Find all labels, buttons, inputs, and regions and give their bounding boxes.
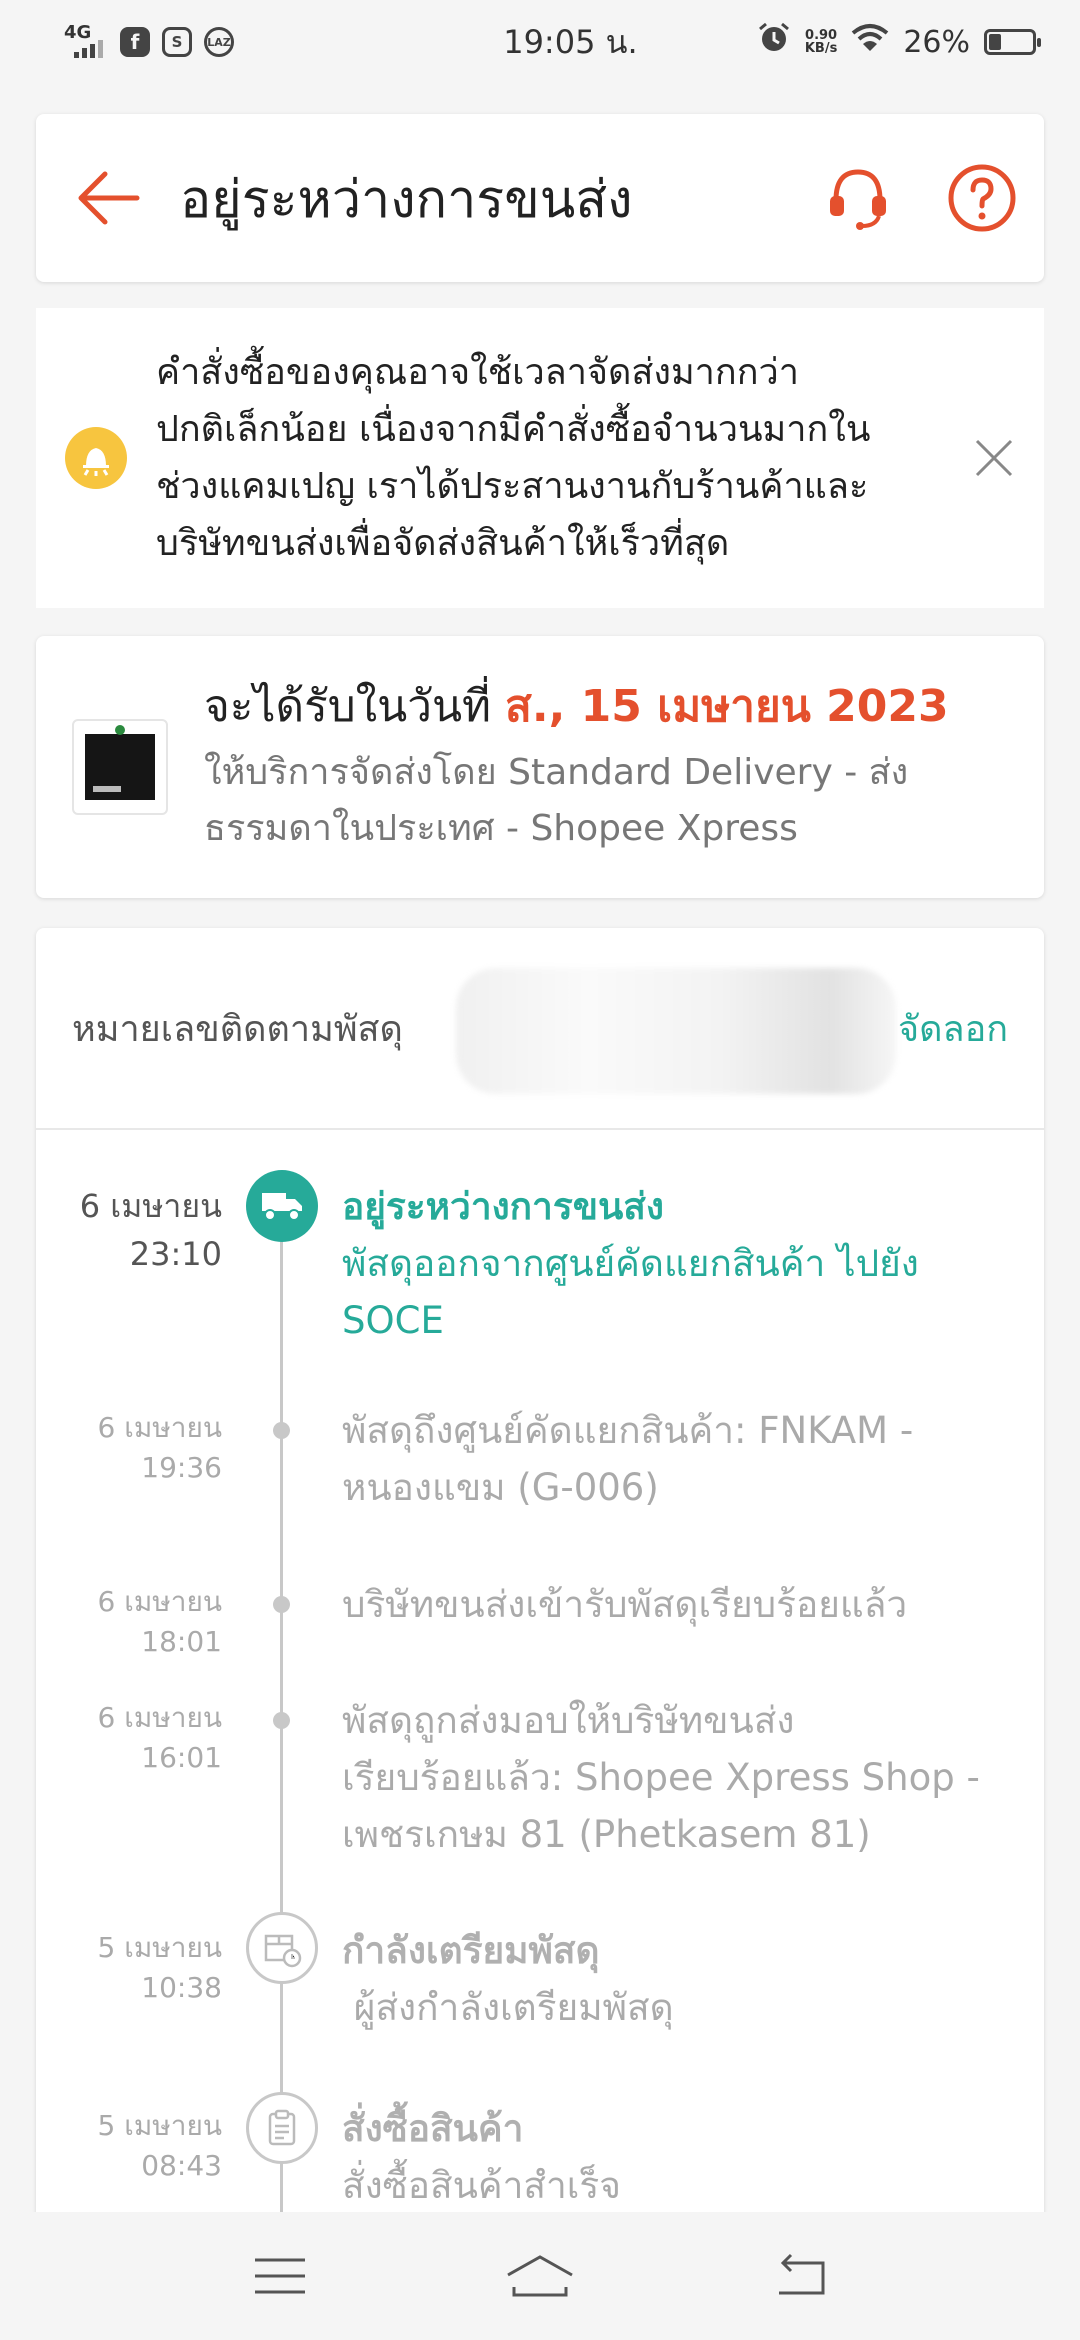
event-date: 6 เมษายน xyxy=(79,1187,222,1225)
event-title: อยู่ระหว่างการขนส่ง xyxy=(342,1185,664,1228)
close-icon xyxy=(975,439,1013,477)
delivery-date: ส., 15 เมษายน 2023 xyxy=(505,681,949,732)
back-nav-icon xyxy=(779,2253,825,2295)
shipping-service: ให้บริการจัดส่งโดย Standard Delivery - ส… xyxy=(204,752,909,849)
clipboard-icon xyxy=(246,2092,318,2164)
laz-icon: LAZ xyxy=(204,27,234,57)
battery-icon xyxy=(984,29,1041,55)
back-button[interactable] xyxy=(36,114,180,282)
estimated-delivery: จะได้รับในวันที่ ส., 15 เมษายน 2023 xyxy=(204,681,949,732)
bell-icon xyxy=(65,427,127,489)
event-time: 08:43 xyxy=(141,2149,222,2182)
back-nav-button[interactable] xyxy=(745,2221,855,2331)
arrow-left-icon xyxy=(78,171,140,225)
customer-service-button[interactable] xyxy=(796,114,920,282)
delay-notice: คำสั่งซื้อของคุณอาจใช้เวลาจัดส่งมากกว่า … xyxy=(36,308,1044,608)
package-clock-icon xyxy=(246,1912,318,1984)
facebook-icon: f xyxy=(120,27,150,57)
copy-tracking-button[interactable]: จัดลอก xyxy=(898,1000,1008,1057)
event-time: 23:10 xyxy=(129,1235,222,1273)
event-description: ผู้ส่งกำลังเตรียมพัสดุ xyxy=(342,1986,674,2029)
event-time: 16:01 xyxy=(141,1741,222,1774)
timeline-dot xyxy=(273,1596,290,1613)
question-circle-icon xyxy=(948,164,1016,232)
event-time: 19:36 xyxy=(141,1451,222,1484)
event-description: พัสดุถูกส่งมอบให้บริษัทขนส่ง เรียบร้อยแล… xyxy=(342,1699,980,1856)
timeline-dot xyxy=(273,1422,290,1439)
menu-button[interactable] xyxy=(225,2221,335,2331)
home-button[interactable] xyxy=(485,2221,595,2331)
page-title: อยู่ระหว่างการขนส่ง xyxy=(180,169,633,230)
event-description: พัสดุถึงศูนย์คัดแยกสินค้า: FNKAM - หนองแ… xyxy=(342,1409,914,1509)
truck-icon xyxy=(246,1170,318,1242)
tracking-card: หมายเลขติดตามพัสดุ จัดลอก 6 เมษายน 23:10… xyxy=(36,928,1044,2218)
event-date: 5 เมษายน xyxy=(97,1931,222,1964)
menu-icon xyxy=(255,2258,305,2294)
home-icon xyxy=(507,2255,573,2297)
event-date: 6 เมษายน xyxy=(97,1701,222,1734)
s-app-icon: S xyxy=(162,27,192,57)
event-title: สั่งซื้อสินค้า xyxy=(342,2107,524,2150)
notice-text: คำสั่งซื้อของคุณอาจใช้เวลาจัดส่งมากกว่า … xyxy=(156,352,871,564)
page-header: อยู่ระหว่างการขนส่ง xyxy=(36,114,1044,282)
event-description: พัสดุออกจากศูนย์คัดแยกสินค้า ไปยัง SOCE xyxy=(342,1242,919,1342)
event-date: 6 เมษายน xyxy=(97,1411,222,1444)
event-date: 6 เมษายน xyxy=(97,1585,222,1618)
network-speed: 0.90 KB/s xyxy=(804,28,838,56)
wifi-icon xyxy=(851,23,889,61)
clock: 19:05 น. xyxy=(503,22,638,61)
tracking-number-row: หมายเลขติดตามพัสดุ จัดลอก xyxy=(36,928,1044,1130)
event-time: 18:01 xyxy=(141,1625,222,1658)
battery-percent: 26% xyxy=(903,24,970,60)
timeline-dot xyxy=(273,1712,290,1729)
system-nav-bar xyxy=(0,2212,1080,2340)
cellular-signal-icon: 4G xyxy=(64,22,108,62)
event-description: สั่งซื้อสินค้าสำเร็จ xyxy=(342,2164,621,2207)
product-thumbnail[interactable] xyxy=(72,719,168,815)
status-bar: 4G f S LAZ 19:05 น. 0.90 KB/s 26% xyxy=(0,0,1080,84)
delivery-info-card: จะได้รับในวันที่ ส., 15 เมษายน 2023 ให้บ… xyxy=(36,636,1044,898)
event-description: บริษัทขนส่งเข้ารับพัสดุเรียบร้อยแล้ว xyxy=(342,1583,908,1626)
event-title: กำลังเตรียมพัสดุ xyxy=(342,1929,600,1972)
event-date: 5 เมษายน xyxy=(97,2109,222,2142)
tracking-number-redacted xyxy=(456,968,896,1094)
alarm-icon xyxy=(757,21,791,63)
event-time: 10:38 xyxy=(141,1971,222,2004)
headset-icon xyxy=(830,169,886,230)
help-button[interactable] xyxy=(920,114,1044,282)
close-notice-button[interactable] xyxy=(944,408,1044,508)
tracking-number-label: หมายเลขติดตามพัสดุ xyxy=(72,1008,403,1050)
